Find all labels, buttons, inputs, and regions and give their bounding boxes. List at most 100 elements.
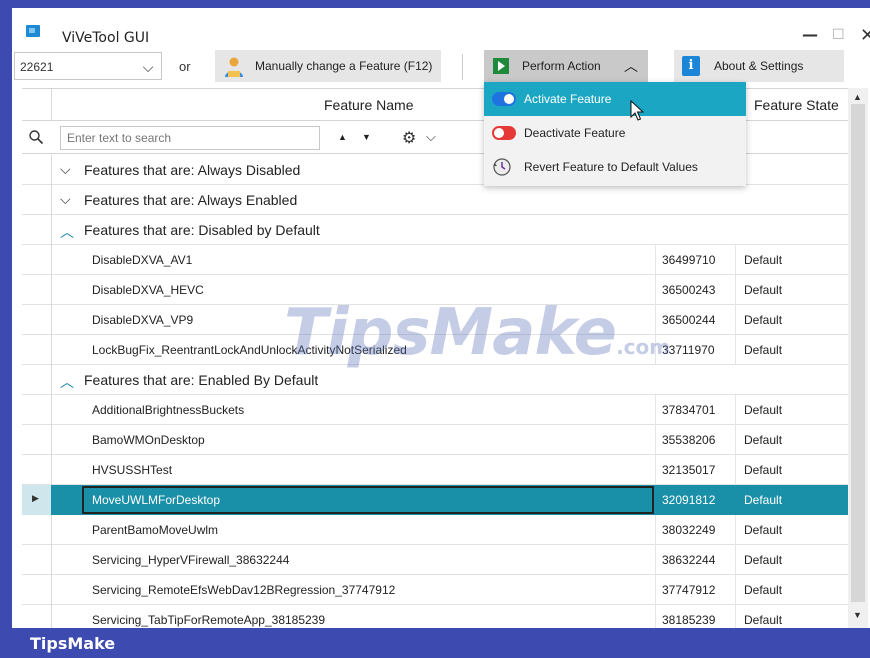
feature-state-cell: Default (744, 403, 783, 417)
table-row[interactable]: BamoWMOnDesktop 35538206 Default (22, 425, 848, 455)
group-row-enabled-by-default[interactable]: ︿ Features that are: Enabled By Default (22, 365, 848, 395)
feature-state-cell: Default (744, 553, 783, 567)
table-row[interactable]: ParentBamoMoveUwlm 38032249 Default (22, 515, 848, 545)
table-row[interactable]: Servicing_HyperVFirewall_38632244 386322… (22, 545, 848, 575)
row-header[interactable] (22, 455, 52, 485)
settings-dropdown-button[interactable]: ⚙ ⌵ (398, 126, 446, 150)
group-label: Features that are: Always Enabled (84, 192, 298, 208)
feature-id-cell: 35538206 (662, 433, 716, 447)
menu-item-activate-feature[interactable]: Activate Feature (484, 82, 746, 116)
scroll-up-arrow-icon[interactable]: ▲ (853, 92, 862, 102)
manual-change-label: Manually change a Feature (F12) (255, 59, 433, 73)
row-header[interactable] (22, 305, 52, 335)
feature-name-cell: DisableDXVA_AV1 (92, 253, 193, 267)
chevron-down-icon[interactable]: ⌵ (60, 192, 71, 208)
minimize-button[interactable]: — (802, 26, 818, 44)
feature-name-cell: DisableDXVA_HEVC (92, 283, 204, 297)
perform-action-menu: Activate Feature Deactivate Feature Reve… (484, 82, 746, 186)
feature-id-cell: 38632244 (662, 553, 716, 567)
sort-up-icon[interactable]: ▲ (338, 132, 347, 142)
sort-down-icon[interactable]: ▼ (362, 132, 371, 142)
row-header[interactable] (22, 545, 52, 575)
row-header[interactable] (22, 605, 52, 628)
table-row-selected[interactable]: ▶ MoveUWLMForDesktop 32091812 Default (22, 485, 848, 515)
row-header[interactable] (22, 245, 52, 275)
menu-item-deactivate-feature[interactable]: Deactivate Feature (484, 116, 746, 150)
row-header (22, 215, 52, 245)
row-header[interactable] (22, 275, 52, 305)
feature-id-cell: 36499710 (662, 253, 716, 267)
feature-state-cell: Default (744, 253, 783, 267)
perform-action-button[interactable]: Perform Action ︿ (484, 50, 648, 82)
or-label: or (179, 59, 191, 74)
row-header (22, 155, 52, 185)
feature-id-cell: 33711970 (662, 343, 715, 357)
toolbar-separator (462, 54, 463, 80)
title-bar: ViVeTool GUI — ☐ ✕ (12, 8, 870, 46)
about-settings-button[interactable]: i About & Settings (674, 50, 844, 82)
group-label: Features that are: Always Disabled (84, 162, 301, 178)
table-row[interactable]: Servicing_TabTipForRemoteApp_38185239 38… (22, 605, 848, 628)
chevron-up-icon[interactable]: ︿ (60, 222, 74, 242)
chevron-down-icon[interactable]: ⌵ (137, 57, 159, 77)
table-row[interactable]: Servicing_RemoteEfsWebDav12BRegression_3… (22, 575, 848, 605)
maximize-button[interactable]: ☐ (832, 26, 845, 44)
table-row[interactable]: HVSUSSHTest 32135017 Default (22, 455, 848, 485)
feature-id-cell: 32091812 (662, 493, 716, 507)
table-row[interactable]: DisableDXVA_AV1 36499710 Default (22, 245, 848, 275)
row-header[interactable] (22, 395, 52, 425)
feature-name-cell: Servicing_TabTipForRemoteApp_38185239 (92, 613, 326, 627)
feature-state-cell: Default (744, 343, 783, 357)
sort-buttons: ▲ ▼ (328, 126, 380, 150)
scroll-down-arrow-icon[interactable]: ▼ (853, 610, 862, 620)
row-header[interactable]: ▶ (22, 485, 52, 515)
feature-name-cell: Servicing_HyperVFirewall_38632244 (92, 553, 290, 567)
build-number-combo[interactable]: 22621 ⌵ (14, 52, 162, 80)
row-header (22, 185, 52, 215)
perform-action-label: Perform Action (522, 59, 601, 73)
close-button[interactable]: ✕ (860, 27, 870, 45)
footer-bar (0, 628, 870, 658)
table-row[interactable]: DisableDXVA_VP9 36500244 Default (22, 305, 848, 335)
scrollbar-thumb[interactable] (851, 104, 865, 602)
column-header-feature-name[interactable]: Feature Name (324, 97, 413, 113)
feature-id-cell: 32135017 (662, 463, 716, 477)
toggle-on-icon (492, 92, 516, 106)
table-row[interactable]: LockBugFix_ReentrantLockAndUnlockActivit… (22, 335, 848, 365)
chevron-up-icon[interactable]: ︿ (60, 372, 74, 392)
app-icon (26, 25, 40, 37)
feature-id-cell: 36500244 (662, 313, 716, 327)
info-icon: i (682, 56, 700, 76)
feature-state-cell: Default (744, 433, 783, 447)
row-header[interactable] (22, 425, 52, 455)
gear-icon: ⚙ (402, 128, 417, 147)
manual-change-feature-button[interactable]: Manually change a Feature (F12) (215, 50, 441, 82)
group-label: Features that are: Enabled By Default (84, 372, 319, 388)
group-row-disabled-by-default[interactable]: ︿ Features that are: Disabled by Default (22, 215, 848, 245)
menu-item-label: Revert Feature to Default Values (524, 160, 698, 174)
menu-item-revert-feature[interactable]: Revert Feature to Default Values (484, 150, 746, 184)
table-row[interactable]: AdditionalBrightnessBuckets 37834701 Def… (22, 395, 848, 425)
row-header[interactable] (22, 575, 52, 605)
vertical-scrollbar[interactable]: ▲ ▼ (848, 88, 868, 628)
feature-name-cell: AdditionalBrightnessBuckets (92, 403, 245, 417)
row-header[interactable] (22, 515, 52, 545)
row-header[interactable] (22, 335, 52, 365)
menu-item-label: Deactivate Feature (524, 126, 626, 140)
table-row[interactable]: DisableDXVA_HEVC 36500243 Default (22, 275, 848, 305)
toggle-off-icon (492, 126, 516, 140)
feature-state-cell: Default (744, 493, 783, 507)
feature-name-cell: ParentBamoMoveUwlm (92, 523, 219, 537)
column-header-feature-state[interactable]: Feature State (754, 97, 839, 113)
feature-name-cell: DisableDXVA_VP9 (92, 313, 194, 327)
search-input[interactable] (60, 126, 320, 150)
user-icon (225, 57, 243, 77)
row-header-corner (22, 89, 52, 121)
chevron-down-icon[interactable]: ⌵ (60, 162, 71, 178)
feature-state-cell: Default (744, 583, 783, 597)
play-icon (493, 58, 509, 74)
feature-id-cell: 36500243 (662, 283, 716, 297)
group-row-always-enabled[interactable]: ⌵ Features that are: Always Enabled (22, 185, 848, 215)
feature-name-cell: LockBugFix_ReentrantLockAndUnlockActivit… (92, 343, 407, 357)
feature-id-cell: 38032249 (662, 523, 716, 537)
